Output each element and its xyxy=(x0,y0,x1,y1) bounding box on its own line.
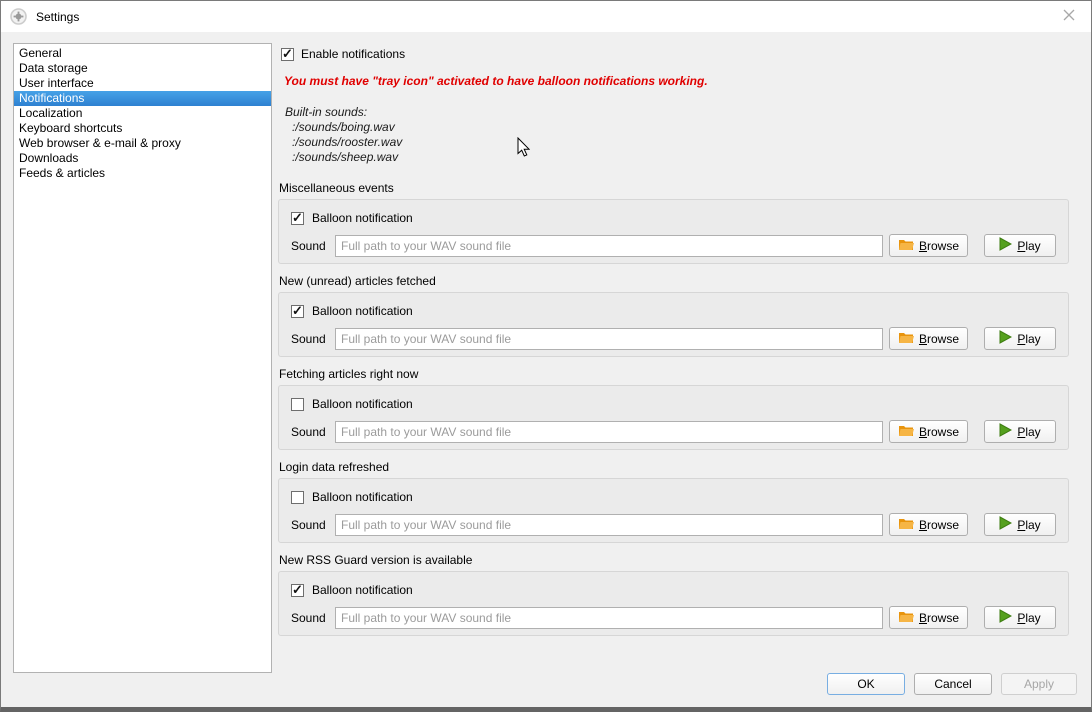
sidebar-item-general[interactable]: General xyxy=(14,46,271,61)
play-button[interactable]: Play xyxy=(984,327,1056,350)
builtin-sounds-block: Built-in sounds: :/sounds/boing.wav :/so… xyxy=(278,105,1069,165)
mouse-cursor xyxy=(517,137,530,160)
balloon-notification-checkbox[interactable] xyxy=(291,398,304,411)
section-title: New RSS Guard version is available xyxy=(278,553,1069,567)
settings-gear-icon xyxy=(10,8,27,25)
play-triangle-icon xyxy=(999,609,1012,626)
section-title: Miscellaneous events xyxy=(278,181,1069,195)
folder-icon xyxy=(898,517,914,533)
sound-path-input[interactable] xyxy=(335,328,883,350)
sound-label: Sound xyxy=(291,332,328,346)
sidebar-item-downloads[interactable]: Downloads xyxy=(14,151,271,166)
browse-button[interactable]: Browse xyxy=(889,234,968,257)
play-button[interactable]: Play xyxy=(984,234,1056,257)
play-triangle-icon xyxy=(999,423,1012,440)
browse-button[interactable]: Browse xyxy=(889,420,968,443)
browse-button[interactable]: Browse xyxy=(889,327,968,350)
enable-notifications-row: Enable notifications xyxy=(281,46,1069,62)
builtin-sound-path: :/sounds/boing.wav xyxy=(285,120,1069,135)
section-login-data-refreshed: Login data refreshed Balloon notificatio… xyxy=(278,460,1069,543)
play-button[interactable]: Play xyxy=(984,513,1056,536)
balloon-notification-checkbox[interactable] xyxy=(291,212,304,225)
section-title: New (unread) articles fetched xyxy=(278,274,1069,288)
sidebar-item-keyboard-shortcuts[interactable]: Keyboard shortcuts xyxy=(14,121,271,136)
folder-icon xyxy=(898,238,914,254)
balloon-notification-label: Balloon notification xyxy=(312,211,413,225)
enable-notifications-label: Enable notifications xyxy=(301,47,405,61)
section-groupbox: Balloon notification Sound Browse Play xyxy=(278,385,1069,450)
sound-path-input[interactable] xyxy=(335,514,883,536)
balloon-notification-checkbox[interactable] xyxy=(291,305,304,318)
sound-path-input[interactable] xyxy=(335,235,883,257)
sidebar-item-notifications[interactable]: Notifications xyxy=(14,91,271,106)
sidebar-item-user-interface[interactable]: User interface xyxy=(14,76,271,91)
sidebar-item-web-browser[interactable]: Web browser & e-mail & proxy xyxy=(14,136,271,151)
title-bar: Settings xyxy=(1,1,1091,32)
balloon-notification-checkbox[interactable] xyxy=(291,584,304,597)
section-groupbox: Balloon notification Sound Browse Play xyxy=(278,571,1069,636)
dialog-button-box: OK Cancel Apply xyxy=(827,673,1077,695)
play-triangle-icon xyxy=(999,330,1012,347)
balloon-notification-label: Balloon notification xyxy=(312,397,413,411)
section-title: Login data refreshed xyxy=(278,460,1069,474)
play-triangle-icon xyxy=(999,516,1012,533)
section-fetching-articles: Fetching articles right now Balloon noti… xyxy=(278,367,1069,450)
section-groupbox: Balloon notification Sound Browse Play xyxy=(278,199,1069,264)
play-button[interactable]: Play xyxy=(984,420,1056,443)
folder-icon xyxy=(898,610,914,626)
browse-button[interactable]: Browse xyxy=(889,513,968,536)
builtin-sounds-title: Built-in sounds: xyxy=(285,105,1069,120)
cancel-button[interactable]: Cancel xyxy=(914,673,992,695)
sound-label: Sound xyxy=(291,611,328,625)
close-button[interactable] xyxy=(1046,1,1091,31)
ok-button[interactable]: OK xyxy=(827,673,905,695)
builtin-sound-path: :/sounds/rooster.wav xyxy=(285,135,1069,150)
sound-label: Sound xyxy=(291,518,328,532)
apply-button[interactable]: Apply xyxy=(1001,673,1077,695)
window-title: Settings xyxy=(36,10,79,24)
sound-path-input[interactable] xyxy=(335,607,883,629)
sidebar-item-localization[interactable]: Localization xyxy=(14,106,271,121)
sound-label: Sound xyxy=(291,239,328,253)
section-groupbox: Balloon notification Sound Browse Play xyxy=(278,292,1069,357)
browse-button[interactable]: Browse xyxy=(889,606,968,629)
play-button[interactable]: Play xyxy=(984,606,1056,629)
builtin-sound-path: :/sounds/sheep.wav xyxy=(285,150,1069,165)
notifications-panel: Enable notifications You must have "tray… xyxy=(278,41,1069,646)
sidebar-item-feeds-articles[interactable]: Feeds & articles xyxy=(14,166,271,181)
section-new-version-available: New RSS Guard version is available Ballo… xyxy=(278,553,1069,636)
notification-event-sections: Miscellaneous events Balloon notificatio… xyxy=(278,181,1069,636)
folder-icon xyxy=(898,424,914,440)
balloon-notification-checkbox[interactable] xyxy=(291,491,304,504)
close-x-icon xyxy=(1063,9,1075,24)
folder-icon xyxy=(898,331,914,347)
balloon-notification-label: Balloon notification xyxy=(312,583,413,597)
tray-icon-warning: You must have "tray icon" activated to h… xyxy=(278,74,1069,88)
sidebar-item-data-storage[interactable]: Data storage xyxy=(14,61,271,76)
sound-label: Sound xyxy=(291,425,328,439)
settings-category-list: General Data storage User interface Noti… xyxy=(13,43,272,673)
play-triangle-icon xyxy=(999,237,1012,254)
settings-dialog: Settings General Data storage User inter… xyxy=(0,0,1092,712)
sound-path-input[interactable] xyxy=(335,421,883,443)
balloon-notification-label: Balloon notification xyxy=(312,304,413,318)
enable-notifications-checkbox[interactable] xyxy=(281,48,294,61)
section-groupbox: Balloon notification Sound Browse Play xyxy=(278,478,1069,543)
section-miscellaneous-events: Miscellaneous events Balloon notificatio… xyxy=(278,181,1069,264)
section-new-articles-fetched: New (unread) articles fetched Balloon no… xyxy=(278,274,1069,357)
balloon-notification-label: Balloon notification xyxy=(312,490,413,504)
section-title: Fetching articles right now xyxy=(278,367,1069,381)
